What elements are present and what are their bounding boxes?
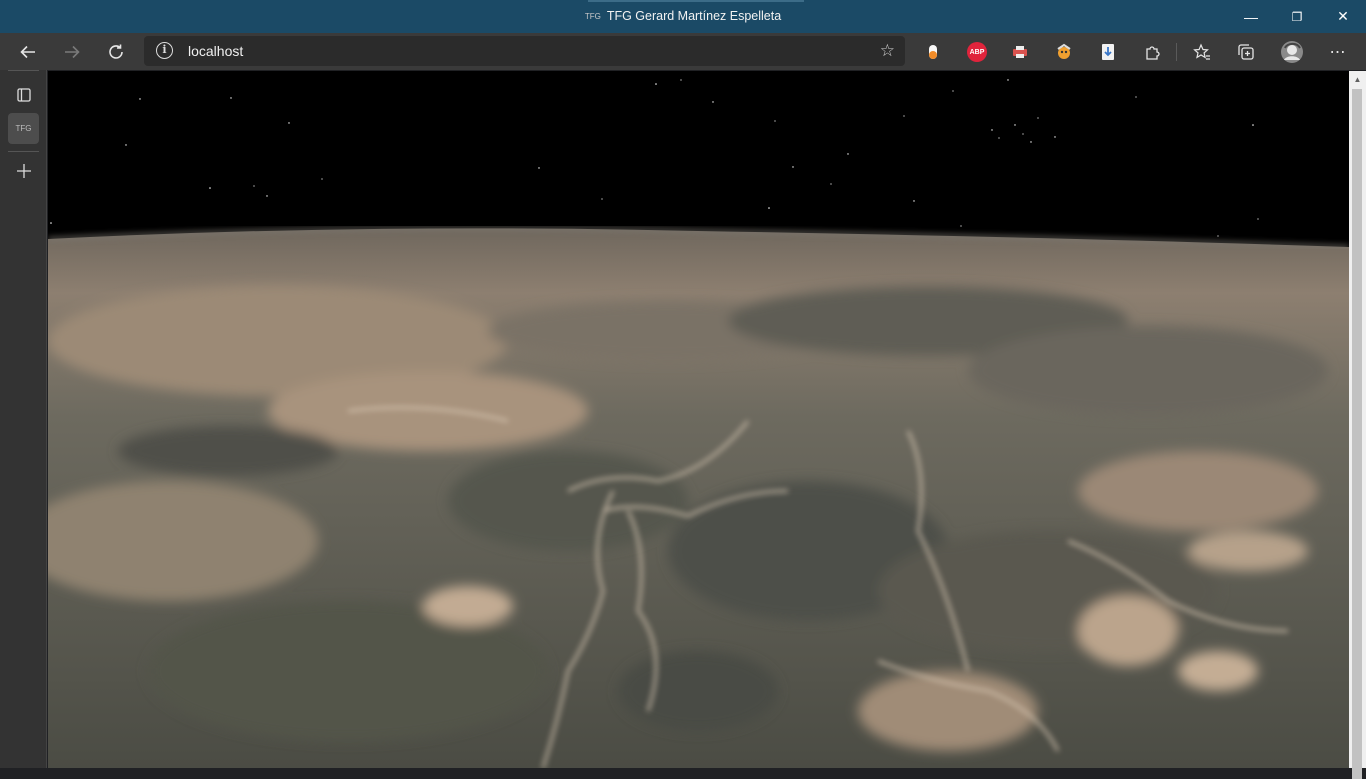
close-icon: ✕ — [1337, 8, 1349, 24]
vertical-scrollbar[interactable]: ▲ — [1349, 71, 1366, 779]
terrain-scene — [48, 71, 1349, 768]
restore-icon: ❐ — [1291, 9, 1303, 24]
tab-tfg-label: TFG — [15, 124, 32, 133]
extensions-icon — [1146, 46, 1160, 60]
ext-orange-icon[interactable] — [923, 42, 943, 62]
address-bar[interactable]: i localhost ☆ — [144, 36, 905, 66]
favorites-icon — [1193, 43, 1210, 60]
minimize-icon: — — [1244, 8, 1258, 25]
ext-download-icon[interactable] — [1098, 42, 1118, 62]
sidebar-divider — [8, 151, 39, 152]
more-options-icon[interactable]: ⋯ — [1323, 37, 1353, 67]
add-favorite-icon[interactable]: ☆ — [880, 41, 895, 61]
favorites-button[interactable] — [1187, 37, 1217, 67]
tab-tfg[interactable]: TFG — [8, 113, 39, 144]
favicon-icon: TFG — [584, 12, 601, 21]
ext-face-icon[interactable] — [1054, 42, 1074, 62]
tab-actions-icon — [16, 87, 31, 102]
vertical-tabs-sidebar: TFG — [0, 70, 47, 768]
back-icon — [20, 45, 35, 59]
scroll-up-icon[interactable]: ▲ — [1349, 71, 1366, 88]
tab-actions-button[interactable] — [8, 79, 39, 110]
window-title-container: TFG TFG Gerard Martínez Espelleta — [0, 9, 1366, 23]
sidebar-divider-top — [8, 70, 39, 71]
new-tab-button[interactable] — [8, 155, 39, 186]
toolbar-divider — [1176, 43, 1177, 61]
new-tab-icon — [16, 163, 31, 178]
profile-button[interactable] — [1277, 37, 1307, 67]
close-button[interactable]: ✕ — [1320, 0, 1366, 33]
3d-terrain-canvas[interactable] — [48, 71, 1349, 768]
forward-icon — [65, 45, 80, 59]
adblock-plus-label: ABP — [969, 48, 985, 56]
minimize-button[interactable]: — — [1228, 0, 1274, 33]
refresh-button[interactable] — [101, 37, 131, 67]
collections-icon — [1238, 44, 1254, 60]
ext-printer-icon[interactable] — [1010, 42, 1030, 62]
site-info-icon[interactable]: i — [156, 42, 173, 59]
scrollbar-thumb[interactable] — [1352, 89, 1362, 779]
avatar-icon — [1281, 41, 1303, 63]
active-tab-indicator — [588, 0, 804, 2]
collections-button[interactable] — [1231, 37, 1261, 67]
window-title: TFG Gerard Martínez Espelleta — [606, 9, 782, 23]
back-button[interactable] — [13, 37, 43, 67]
extensions-button[interactable] — [1138, 37, 1168, 67]
browser-toolbar: i localhost ☆ ABP ⋯ — [0, 33, 1366, 70]
refresh-icon — [109, 44, 123, 59]
forward-button[interactable] — [57, 37, 87, 67]
restore-button[interactable]: ❐ — [1274, 0, 1320, 33]
adblock-plus-icon[interactable]: ABP — [967, 42, 987, 62]
title-bar: TFG TFG Gerard Martínez Espelleta — ❐ ✕ — [0, 0, 1366, 33]
address-url[interactable]: localhost — [188, 43, 243, 59]
